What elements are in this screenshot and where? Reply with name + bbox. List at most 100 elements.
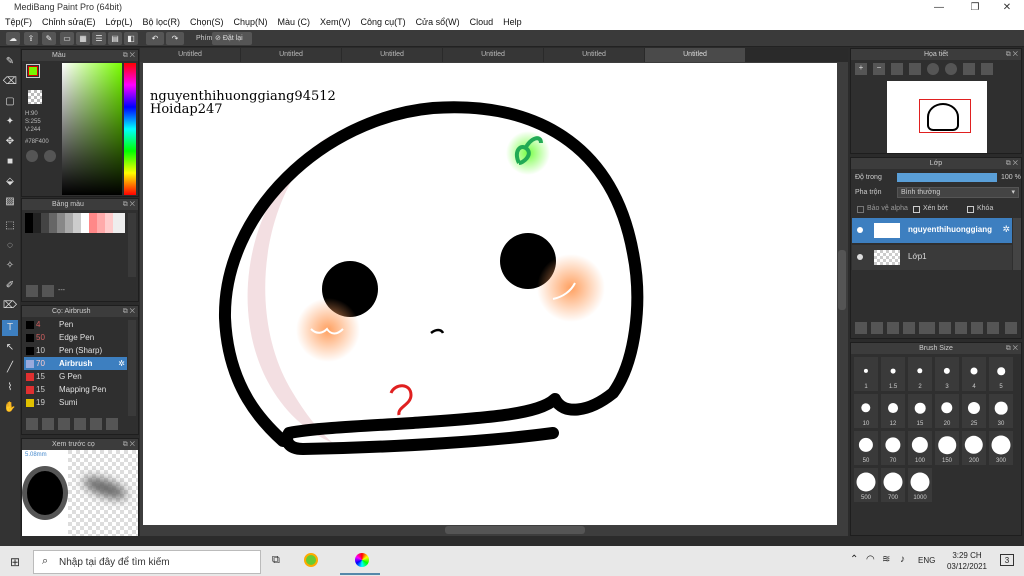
menu-snap[interactable]: Chụp(N)	[229, 15, 273, 30]
lasso-tool-icon[interactable]: ◌	[2, 238, 18, 254]
opacity-slider[interactable]	[897, 173, 997, 182]
brush-size-option[interactable]: 20	[935, 394, 959, 428]
magic-wand-icon[interactable]: ✧	[2, 258, 18, 274]
redo-icon[interactable]: ↷	[166, 32, 184, 45]
transparent-swatch[interactable]	[28, 90, 42, 104]
panel-close-icon[interactable]: ⧉ ✕	[123, 306, 135, 317]
rotate-left-icon[interactable]	[927, 63, 939, 75]
fit-icon[interactable]	[891, 63, 903, 75]
brush-item-sumi[interactable]: 19 Sumi	[24, 396, 127, 409]
hue-slider[interactable]	[124, 63, 136, 195]
close-button[interactable]: ✕	[990, 0, 1024, 15]
menu-edit[interactable]: Chỉnh sửa(E)	[37, 15, 101, 30]
network-icon[interactable]: ◠	[866, 554, 875, 565]
search-box[interactable]: ⌕ Nhập tại đây để tìm kiếm	[33, 550, 261, 574]
new-8bit-layer-icon[interactable]	[887, 322, 899, 334]
notification-icon[interactable]: 3	[1000, 554, 1014, 566]
brush-size-option[interactable]: 30	[989, 394, 1013, 428]
new-layer-icon[interactable]	[855, 322, 867, 334]
brush-size-option[interactable]: 2	[908, 357, 932, 391]
brush-item-pen[interactable]: 4 Pen	[24, 318, 127, 331]
brush-size-option[interactable]: 50	[854, 431, 878, 465]
palette-scrollbar[interactable]	[128, 213, 136, 277]
hand-tool-icon[interactable]: ✋	[2, 400, 18, 416]
color-adjust-icon[interactable]	[44, 150, 56, 162]
panel-close-icon[interactable]: ⧉ ✕	[123, 199, 135, 210]
brush-size-option[interactable]: 70	[881, 431, 905, 465]
divide-tool-icon[interactable]: ╱	[2, 360, 18, 376]
lock-checkbox[interactable]	[967, 206, 974, 213]
eye-icon[interactable]	[857, 254, 863, 260]
rect-select-icon[interactable]: ▢	[2, 94, 18, 110]
brush-size-option[interactable]: 500	[854, 468, 878, 502]
brush-size-option[interactable]: 1.5	[881, 357, 905, 391]
operation-tool-icon[interactable]: ↖	[2, 340, 18, 356]
menu-view[interactable]: Xem(V)	[315, 15, 356, 30]
brush-scrollbar[interactable]	[128, 320, 136, 416]
panel-close-icon[interactable]: ⧉ ✕	[1006, 158, 1018, 169]
drawing-canvas[interactable]: nguyenthihuonggiang94512 Hoidap247	[143, 63, 837, 525]
flip-icon[interactable]	[981, 63, 993, 75]
clipping-checkbox[interactable]	[913, 206, 920, 213]
rotate-right-icon[interactable]	[945, 63, 957, 75]
chevron-up-icon[interactable]: ⌃	[850, 554, 858, 565]
reset-view-icon[interactable]	[963, 63, 975, 75]
select-tool-icon[interactable]: ⬚	[2, 218, 18, 234]
reset-button[interactable]: ⊘ Đặt lại	[212, 32, 252, 45]
window-icon[interactable]: ▭	[60, 32, 74, 45]
tab-untitled-5[interactable]: Untitled	[544, 48, 644, 62]
bucket-tool-icon[interactable]: ⬙	[2, 174, 18, 190]
panel-close-icon[interactable]: ⧉ ✕	[123, 50, 135, 61]
upload-icon[interactable]: ⇪	[24, 32, 38, 45]
tab-untitled-4[interactable]: Untitled	[443, 48, 543, 62]
brush-size-option[interactable]: 15	[908, 394, 932, 428]
brush-size-option[interactable]: 150	[935, 431, 959, 465]
gear-icon[interactable]: ✲	[1002, 224, 1010, 235]
clock[interactable]: 3:29 CH 03/12/2021	[944, 550, 990, 572]
select-pen-icon[interactable]: ✐	[2, 278, 18, 294]
zoom-out-icon[interactable]: −	[873, 63, 885, 75]
saturation-value-picker[interactable]	[62, 63, 122, 195]
list-icon[interactable]: ☰	[92, 32, 106, 45]
tab-untitled-3[interactable]: Untitled	[342, 48, 442, 62]
layout-icon[interactable]: ▤	[108, 32, 122, 45]
windows-start-icon[interactable]: ⊞	[10, 555, 20, 569]
layer-item-selected[interactable]: nguyenthihuonggiang ✲	[852, 218, 1012, 243]
navigator-thumbnail[interactable]	[887, 81, 987, 153]
brush-item-pen-sharp[interactable]: 10 Pen (Sharp)	[24, 344, 127, 357]
blend-mode-select[interactable]: Bình thường ▾	[897, 187, 1019, 198]
menu-tools[interactable]: Công cụ(T)	[356, 15, 411, 30]
clear-layer-icon[interactable]	[987, 322, 999, 334]
menu-file[interactable]: Tệp(F)	[0, 15, 37, 30]
canvas-vertical-scrollbar[interactable]	[838, 250, 846, 310]
panel-close-icon[interactable]: ⧉ ✕	[1006, 49, 1018, 60]
undo-icon[interactable]: ↶	[146, 32, 164, 45]
eyedropper-icon[interactable]: ⌇	[2, 380, 18, 396]
gear-icon[interactable]: ✲	[118, 357, 125, 370]
brush-tool-icon[interactable]: ✎	[2, 54, 18, 70]
zoom-in-icon[interactable]: +	[855, 63, 867, 75]
new-halftone-layer-icon[interactable]	[871, 322, 883, 334]
comment-icon[interactable]: ✎	[42, 32, 56, 45]
folder-icon[interactable]	[939, 322, 951, 334]
layer-menu-icon[interactable]	[919, 322, 935, 334]
dot-tool-icon[interactable]: ✦	[2, 114, 18, 130]
brush-settings-icon[interactable]	[58, 418, 70, 430]
eye-icon[interactable]	[857, 227, 863, 233]
tab-untitled-6[interactable]: Untitled	[645, 48, 745, 62]
brush-size-option[interactable]: 3	[935, 357, 959, 391]
add-brush-icon[interactable]	[26, 418, 38, 430]
panel-close-icon[interactable]: ⧉ ✕	[1006, 343, 1018, 354]
menu-color[interactable]: Màu (C)	[273, 15, 316, 30]
minimize-button[interactable]: —	[922, 0, 956, 15]
new-palette-icon[interactable]	[26, 285, 38, 297]
wifi-icon[interactable]: ≋	[882, 554, 890, 565]
tab-untitled-2[interactable]: Untitled	[241, 48, 341, 62]
menu-cloud[interactable]: Cloud	[465, 15, 499, 30]
layer-scrollbar[interactable]	[1013, 218, 1021, 270]
task-view-icon[interactable]: ⧉	[272, 554, 280, 567]
canvas-horizontal-scrollbar[interactable]	[445, 526, 585, 534]
delete-brush-icon[interactable]	[106, 418, 118, 430]
maximize-button[interactable]: ❐	[958, 0, 992, 15]
brush-size-option[interactable]: 1000	[908, 468, 932, 502]
